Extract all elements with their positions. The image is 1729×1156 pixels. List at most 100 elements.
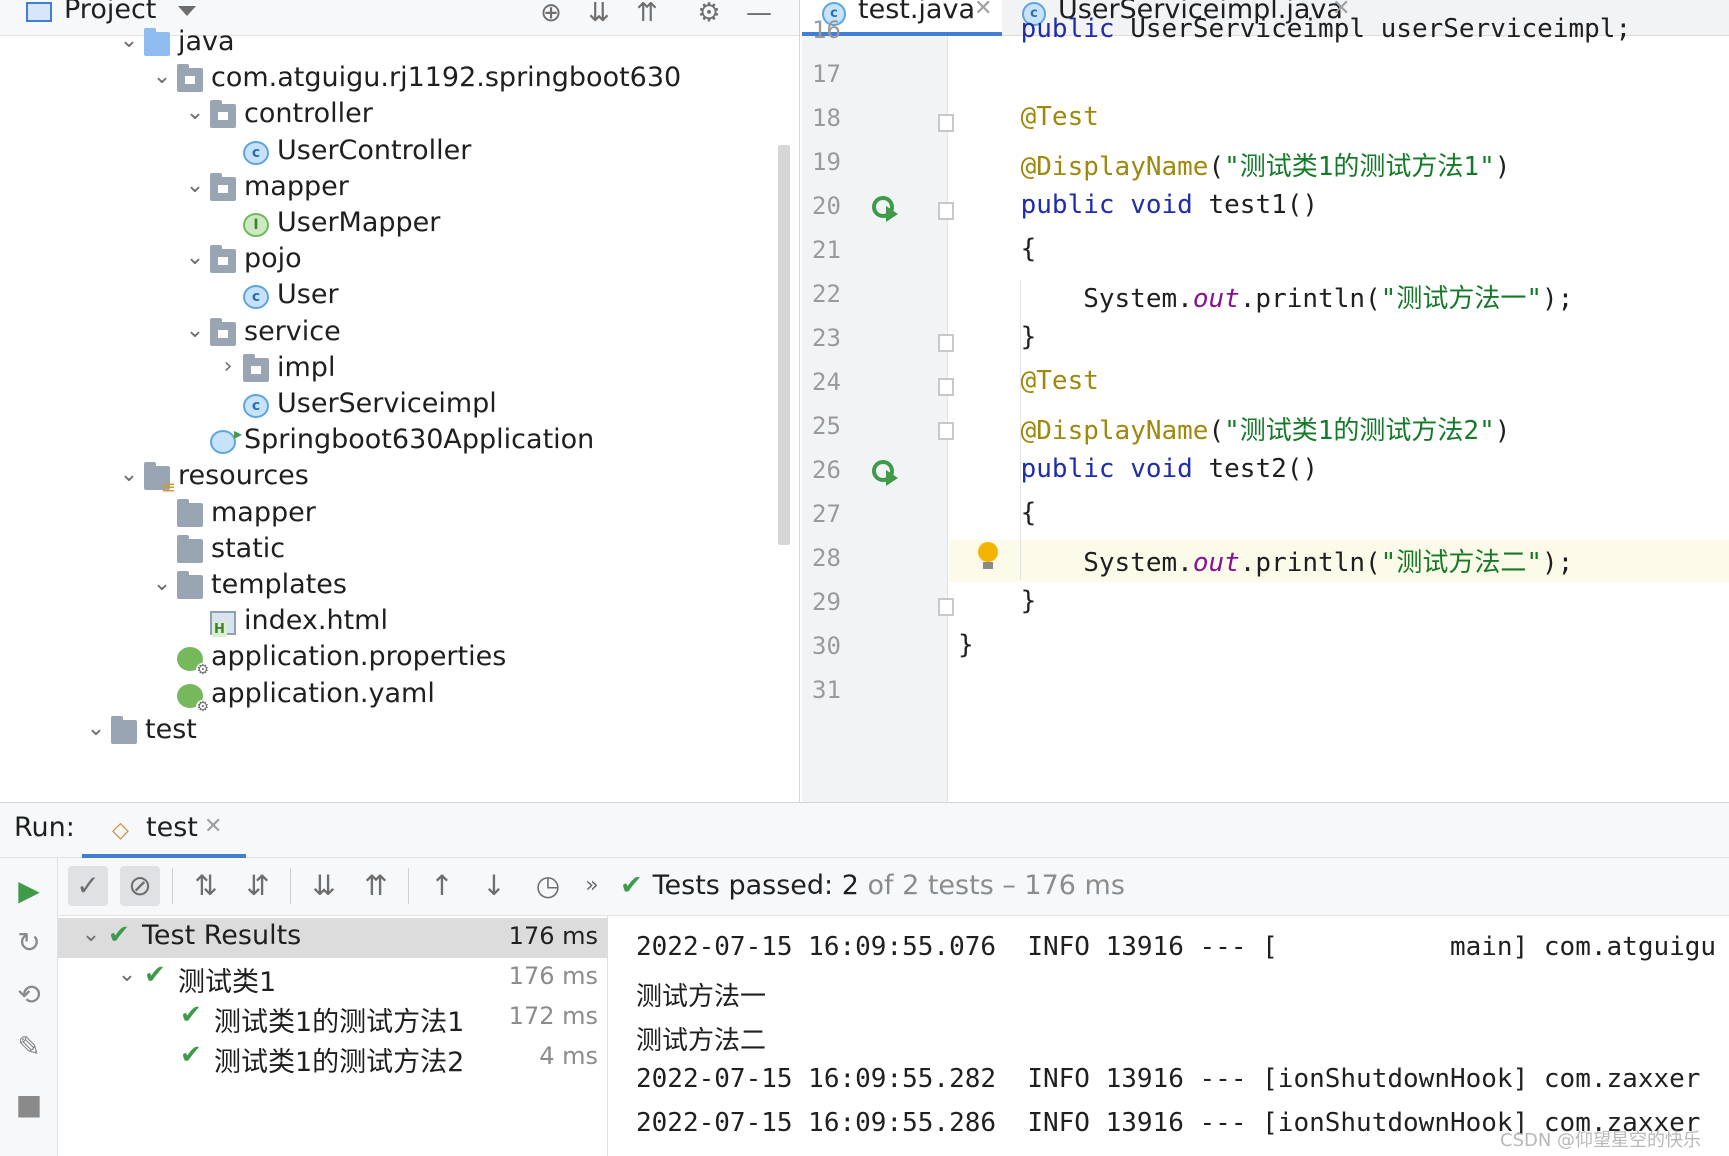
code-line[interactable]: { — [958, 498, 1037, 528]
tree-item[interactable]: ⌄ resources — [0, 458, 799, 498]
run-test-gutter-icon[interactable] — [872, 196, 900, 224]
spring-app-class-icon — [210, 424, 242, 455]
status-suffix: of 2 tests – 176 ms — [858, 870, 1125, 901]
collapse-all-icon[interactable]: ⇈ — [356, 866, 396, 906]
tree-item[interactable]: Springboot630Application — [0, 422, 799, 462]
sort-alphabetically-icon[interactable]: ⇅ — [186, 866, 226, 906]
code-line[interactable]: @Test — [958, 366, 1099, 396]
tree-item[interactable]: I UserMapper — [0, 205, 799, 245]
tree-item-label: test — [145, 713, 197, 745]
project-title[interactable]: Project — [64, 0, 156, 25]
close-icon[interactable]: ✕ — [204, 814, 222, 839]
chevron-down-icon[interactable]: ⌄ — [116, 962, 138, 987]
tree-item[interactable]: › impl — [0, 350, 799, 390]
tree-item[interactable]: mapper — [0, 495, 799, 535]
run-tab-test[interactable]: ◇ test ✕ — [82, 806, 246, 858]
package-icon — [243, 353, 269, 382]
more-actions-icon[interactable]: » — [572, 866, 612, 906]
code-line[interactable]: { — [958, 234, 1037, 264]
spring-config-icon — [177, 647, 209, 678]
interface-icon: I — [243, 213, 269, 237]
stop-icon[interactable]: ■ — [10, 1086, 48, 1124]
tree-item[interactable]: ⌄ com.atguigu.rj1192.springboot630 — [0, 60, 799, 100]
tree-item[interactable]: application.properties — [0, 639, 799, 679]
code-line[interactable]: public void test2() — [958, 454, 1318, 484]
code-line[interactable]: System.out.println("测试方法一"); — [958, 278, 1573, 315]
tree-item[interactable]: ⌄ controller — [0, 96, 799, 136]
test-result-row[interactable]: ⌄ ✔ 测试类1 176 ms — [58, 958, 608, 998]
chevron-down-icon[interactable]: ⌄ — [118, 462, 140, 487]
tree-item[interactable]: ⌄ templates — [0, 567, 799, 607]
test-result-row[interactable]: ⌄ ✔ Test Results 176 ms — [58, 918, 608, 958]
chevron-right-icon[interactable]: › — [217, 354, 239, 379]
tree-item[interactable]: c User — [0, 277, 799, 317]
chevron-down-icon[interactable]: ⌄ — [80, 922, 102, 947]
code-line[interactable]: @DisplayName("测试类1的测试方法1") — [958, 146, 1511, 183]
tree-item[interactable]: ⌄ pojo — [0, 241, 799, 281]
test-result-label: 测试类1的测试方法1 — [214, 1007, 465, 1038]
tree-item-label: application.properties — [211, 641, 507, 673]
fold-marker-icon[interactable] — [938, 378, 954, 396]
fold-marker-icon[interactable] — [938, 202, 954, 220]
line-number: 18 — [812, 104, 841, 132]
fold-marker-icon[interactable] — [938, 598, 954, 616]
chevron-down-icon[interactable]: ⌄ — [184, 245, 206, 270]
tree-item[interactable]: c UserServiceimpl — [0, 386, 799, 426]
test-result-label: 测试类1的测试方法2 — [214, 1047, 465, 1078]
chevron-down-icon[interactable]: ⌄ — [151, 571, 173, 596]
show-ignored-icon[interactable]: ⊘ — [120, 866, 160, 906]
package-icon — [210, 317, 236, 346]
tree-item[interactable]: static — [0, 531, 799, 571]
status-prefix: Tests passed: — [652, 870, 842, 901]
chevron-down-icon[interactable]: ⌄ — [184, 173, 206, 198]
chevron-down-icon[interactable] — [178, 6, 196, 16]
test-result-row[interactable]: ✔ 测试类1的测试方法2 4 ms — [58, 1038, 608, 1078]
code-line[interactable]: @Test — [958, 102, 1099, 132]
code-line[interactable]: System.out.println("测试方法二"); — [958, 542, 1573, 579]
tree-item-label: com.atguigu.rj1192.springboot630 — [211, 62, 682, 94]
tree-item[interactable]: ⌄ service — [0, 314, 799, 354]
rerun-icon[interactable]: ▶ — [10, 872, 48, 910]
tree-item[interactable]: ⌄ java — [0, 24, 799, 64]
next-test-icon[interactable]: ↓ — [474, 866, 514, 906]
console-line: 2022-07-15 16:09:55.076 INFO 13916 --- [… — [636, 932, 1717, 962]
toggle-auto-test-icon[interactable]: ⟲ — [10, 976, 48, 1014]
code-line[interactable]: public UserServiceimpl userServiceimpl; — [958, 14, 1631, 44]
run-test-gutter-icon[interactable] — [872, 460, 900, 488]
test-result-label: Test Results — [142, 920, 302, 951]
code-line[interactable]: @DisplayName("测试类1的测试方法2") — [958, 410, 1511, 447]
test-status: ✔ Tests passed: 2 of 2 tests – 176 ms — [620, 870, 1125, 901]
chevron-down-icon[interactable]: ⌄ — [85, 716, 107, 741]
chevron-down-icon[interactable]: ⌄ — [151, 64, 173, 89]
rerun-failed-icon[interactable]: ↻ — [10, 924, 48, 962]
tree-item[interactable]: ⌄ test — [0, 712, 799, 752]
fold-marker-icon[interactable] — [938, 114, 954, 132]
show-passed-icon[interactable]: ✓ — [68, 866, 108, 906]
chevron-down-icon[interactable]: ⌄ — [118, 28, 140, 53]
project-scrollbar[interactable] — [778, 145, 790, 545]
sort-by-duration-icon[interactable]: ⇵ — [238, 866, 278, 906]
fold-marker-icon[interactable] — [938, 334, 954, 352]
code-line[interactable]: } — [958, 322, 1037, 352]
previous-test-icon[interactable]: ↑ — [422, 866, 462, 906]
tree-item-label: mapper — [244, 170, 349, 202]
check-icon: ✔ — [144, 960, 166, 990]
wrench-icon[interactable]: ✎ — [10, 1028, 48, 1066]
chevron-down-icon[interactable]: ⌄ — [184, 318, 206, 343]
tree-item[interactable]: index.html — [0, 603, 799, 643]
expand-all-icon[interactable]: ⇊ — [304, 866, 344, 906]
tree-item[interactable]: application.yaml — [0, 676, 799, 716]
code-line[interactable]: } — [958, 586, 1037, 616]
line-number: 19 — [812, 148, 841, 176]
code-line[interactable]: public void test1() — [958, 190, 1318, 220]
test-history-icon[interactable]: ◷ — [528, 866, 568, 906]
tree-item-label: UserServiceimpl — [277, 388, 497, 419]
chevron-down-icon[interactable]: ⌄ — [184, 100, 206, 125]
tree-item[interactable]: c UserController — [0, 133, 799, 173]
test-result-row[interactable]: ✔ 测试类1的测试方法1 172 ms — [58, 998, 608, 1038]
watermark: CSDN @仰望星空的快乐 — [1500, 1130, 1702, 1151]
tree-item[interactable]: ⌄ mapper — [0, 169, 799, 209]
html-file-icon — [210, 611, 236, 638]
fold-marker-icon[interactable] — [938, 422, 954, 440]
code-line[interactable]: } — [958, 630, 974, 660]
